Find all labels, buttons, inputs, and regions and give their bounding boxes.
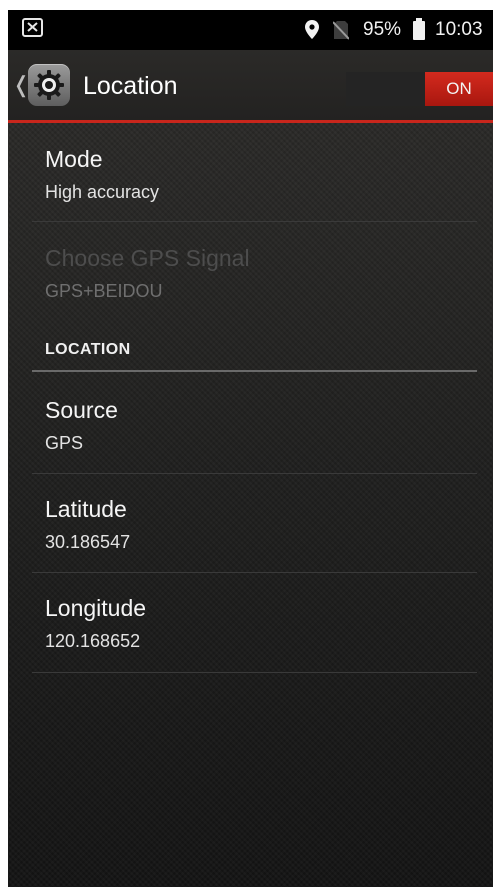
latitude-value: 30.186547	[45, 532, 131, 552]
battery-icon	[413, 18, 425, 40]
status-bar: 95% 10:03	[8, 10, 493, 50]
latitude-item[interactable]: Latitude 30.186547	[32, 496, 477, 553]
location-pin-icon	[305, 20, 319, 39]
longitude-title: Longitude	[45, 595, 147, 621]
settings-gear-icon[interactable]	[28, 64, 70, 106]
toggle-track	[346, 72, 428, 106]
gps-signal-title: Choose GPS Signal	[45, 245, 250, 271]
clock: 10:03	[435, 19, 483, 40]
source-title: Source	[45, 397, 118, 423]
gps-signal-preference: Choose GPS Signal GPS+BEIDOU	[32, 245, 477, 302]
page-title: Location	[83, 72, 178, 100]
location-toggle[interactable]: ON	[346, 72, 493, 106]
toggle-on-label: ON	[425, 72, 493, 106]
divider	[32, 572, 477, 573]
source-value: GPS	[45, 433, 84, 453]
divider	[32, 672, 477, 673]
no-sim-icon	[333, 21, 349, 40]
longitude-value: 120.168652	[45, 631, 141, 651]
source-item[interactable]: Source GPS	[32, 397, 477, 454]
screenshot-icon	[22, 18, 43, 37]
action-bar: ❬ Location ON	[8, 50, 493, 123]
gps-signal-summary: GPS+BEIDOU	[45, 281, 163, 301]
category-divider	[32, 370, 477, 372]
divider	[32, 473, 477, 474]
category-header: LOCATION	[45, 341, 131, 358]
screen: 95% 10:03 ❬ Location ON Mode High accura…	[8, 10, 493, 887]
latitude-title: Latitude	[45, 496, 127, 522]
longitude-item[interactable]: Longitude 120.168652	[32, 595, 477, 652]
mode-summary: High accuracy	[45, 182, 160, 202]
battery-percent: 95%	[363, 19, 402, 40]
divider	[32, 221, 477, 222]
mode-title: Mode	[45, 146, 103, 172]
mode-preference[interactable]: Mode High accuracy	[32, 146, 477, 203]
